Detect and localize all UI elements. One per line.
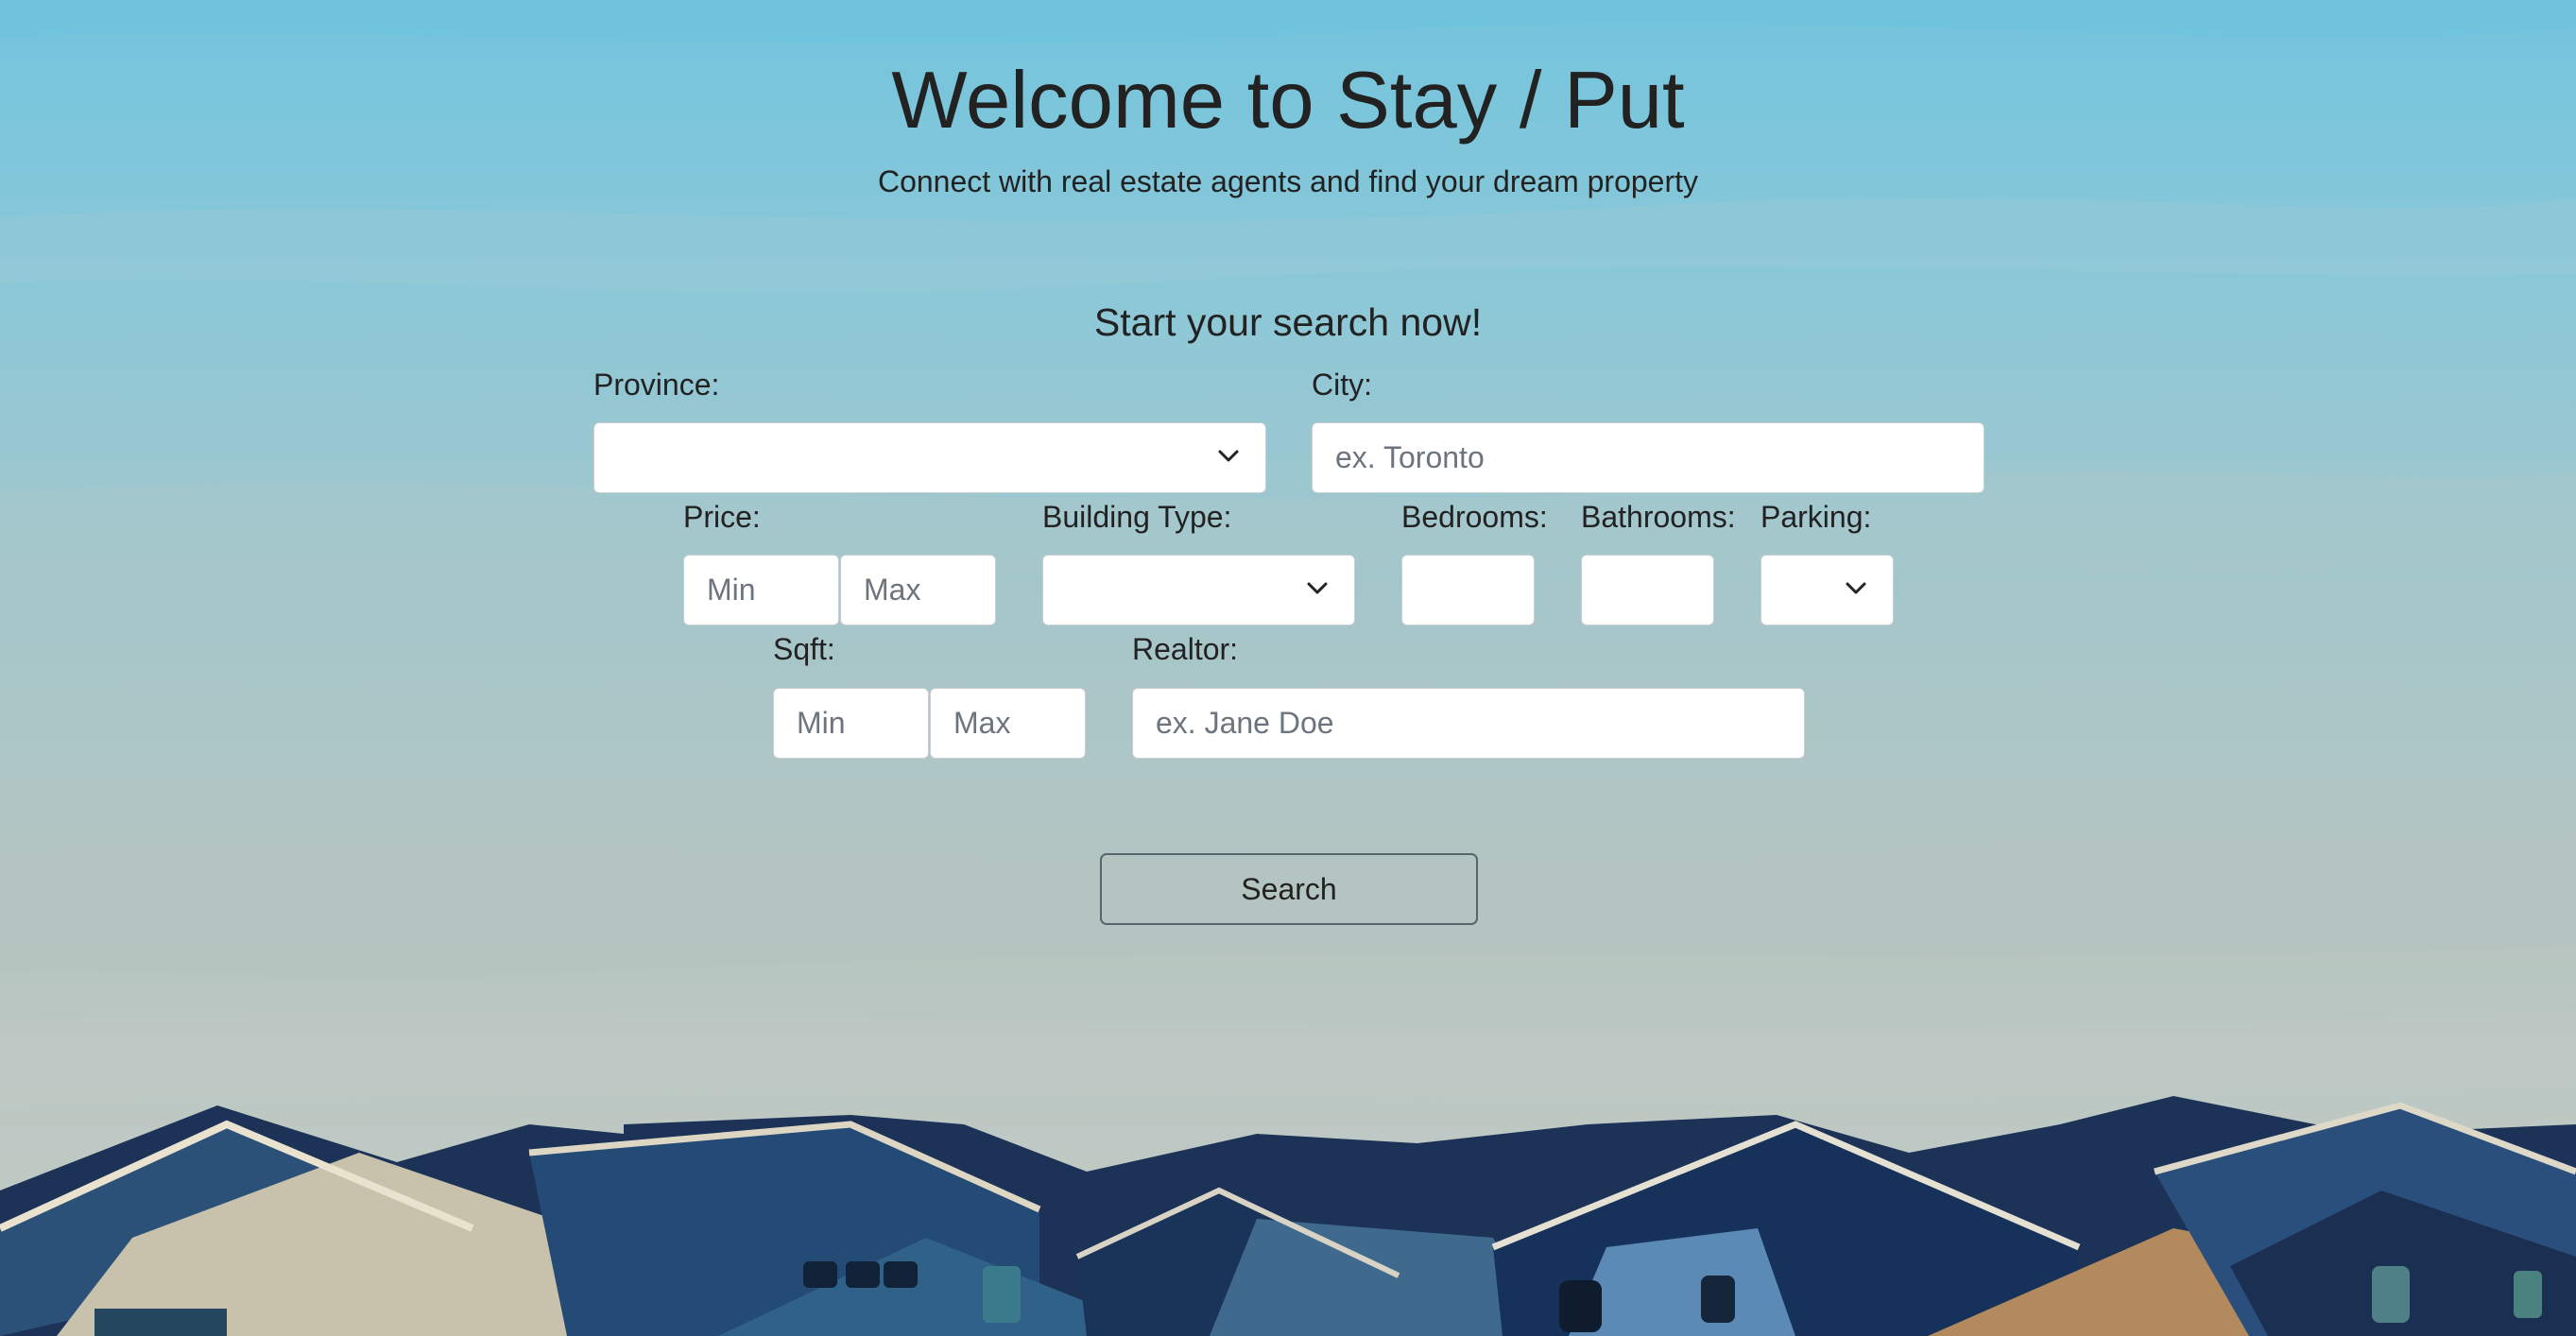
bathrooms-label: Bathrooms: — [1581, 500, 1736, 534]
parking-select[interactable] — [1760, 555, 1894, 625]
sqft-max-input[interactable] — [930, 688, 1086, 759]
building-type-label: Building Type: — [1042, 500, 1232, 534]
sqft-min-input[interactable] — [773, 688, 929, 759]
page-subtitle: Connect with real estate agents and find… — [877, 164, 1699, 198]
sqft-label: Sqft: — [773, 632, 835, 666]
search-heading: Start your search now! — [1093, 300, 1483, 344]
search-button[interactable]: Search — [1100, 853, 1478, 925]
bedrooms-input[interactable] — [1401, 555, 1535, 625]
page-title: Welcome to Stay / Put — [891, 56, 1685, 146]
bedrooms-label: Bedrooms: — [1401, 500, 1548, 534]
realtor-input[interactable] — [1132, 688, 1805, 759]
building-type-select[interactable] — [1042, 555, 1355, 625]
chevron-down-icon — [1846, 582, 1866, 594]
chevron-down-icon — [1218, 450, 1239, 462]
province-select[interactable] — [593, 422, 1266, 493]
price-min-input[interactable] — [683, 555, 839, 625]
search-page: Welcome to Stay / Put Connect with real … — [0, 0, 2576, 1336]
city-input[interactable] — [1312, 422, 1984, 493]
city-label: City: — [1312, 368, 1372, 402]
parking-label: Parking: — [1760, 500, 1872, 534]
price-max-input[interactable] — [840, 555, 996, 625]
realtor-label: Realtor: — [1132, 632, 1239, 666]
bathrooms-input[interactable] — [1581, 555, 1714, 625]
price-label: Price: — [683, 500, 761, 534]
province-label: Province: — [593, 368, 720, 402]
chevron-down-icon — [1307, 582, 1328, 594]
